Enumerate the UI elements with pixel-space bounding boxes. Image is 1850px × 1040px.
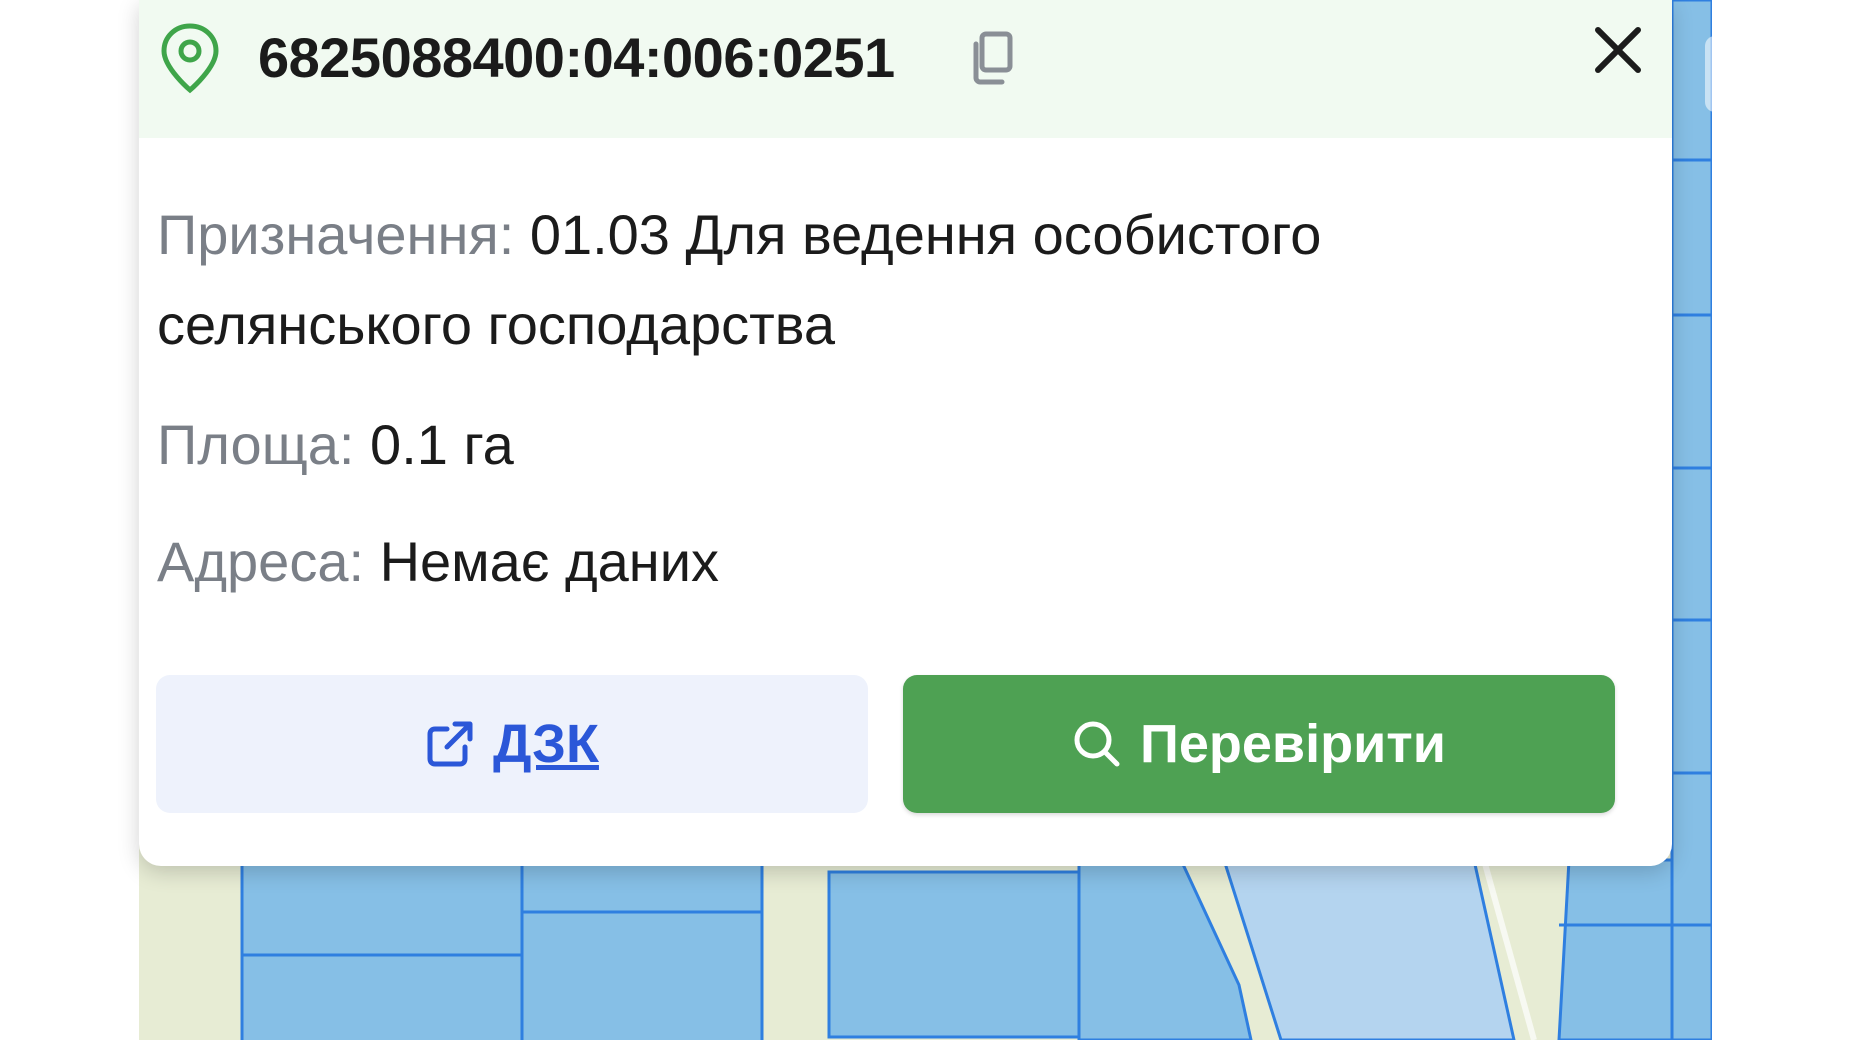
purpose-field: Призначення: 01.03 Для ведення особистог…: [157, 190, 1557, 370]
area-label: Площа:: [157, 413, 355, 476]
area-value: 0.1 га: [370, 413, 514, 476]
check-button[interactable]: Перевірити: [903, 675, 1615, 813]
dzk-button-label: ДЗК: [493, 714, 599, 774]
area-field: Площа: 0.1 га: [157, 400, 514, 490]
external-link-icon: [427, 721, 473, 767]
map-watermark: dom: [1705, 36, 1712, 112]
purpose-label: Призначення:: [157, 203, 515, 266]
address-label: Адреса:: [157, 530, 365, 593]
map-pin-icon: [161, 23, 219, 94]
parcel-cadastral-number: 6825088400:04:006:0251: [258, 26, 895, 89]
address-field: Адреса: Немає даних: [157, 517, 719, 607]
parcel-info-popup: 6825088400:04:006:0251 Призначення: 01.0…: [139, 0, 1672, 866]
address-value: Немає даних: [379, 530, 719, 593]
close-icon[interactable]: [1590, 22, 1646, 78]
popup-header: 6825088400:04:006:0251: [139, 0, 1672, 138]
search-icon: [1074, 721, 1120, 767]
screen: dom 6825088400:04:006:0251 Призначення: …: [0, 0, 1850, 1040]
dzk-link-button[interactable]: ДЗК: [156, 675, 868, 813]
check-button-label: Перевірити: [1140, 714, 1446, 774]
copy-icon[interactable]: [968, 30, 1018, 86]
